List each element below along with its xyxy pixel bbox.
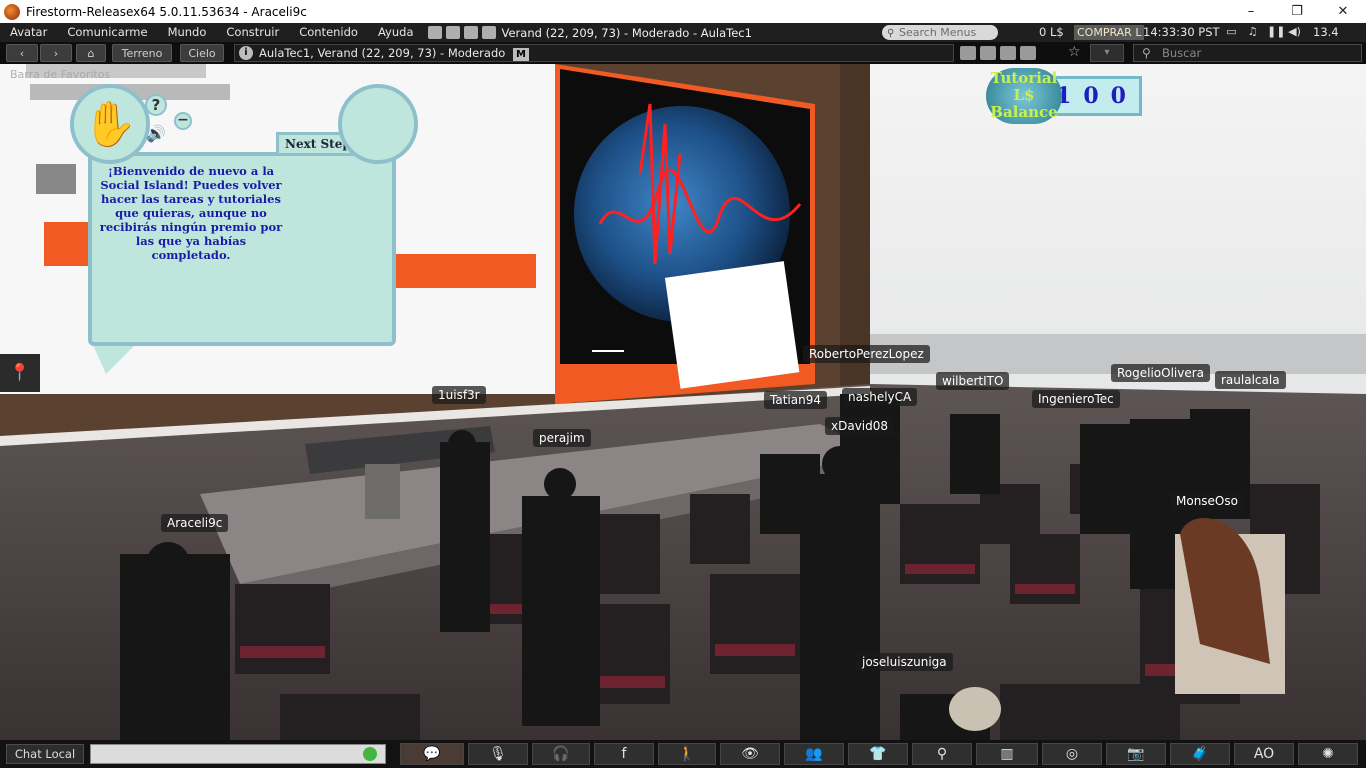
- avatar-nametag[interactable]: MonseOso: [1170, 492, 1244, 510]
- speaker-icon[interactable]: 🔊: [146, 124, 170, 146]
- script-icon[interactable]: [960, 46, 976, 60]
- search-icon[interactable]: ⚲: [912, 743, 972, 765]
- sky-button[interactable]: Cielo: [180, 44, 224, 62]
- inventory-icon[interactable]: 🧳: [1170, 743, 1230, 765]
- forward-button[interactable]: ›: [40, 44, 72, 62]
- tutorial-balance-hud: 100 Tutorial L$ Balance: [986, 68, 1158, 124]
- linden-balance[interactable]: 0 L$: [1039, 23, 1064, 42]
- avatar-nametag[interactable]: raulalcala: [1215, 371, 1286, 389]
- voice-icon[interactable]: [481, 26, 496, 39]
- eye-icon[interactable]: 👁: [720, 743, 780, 765]
- avatar-nametag[interactable]: IngenieroTec: [1032, 390, 1120, 408]
- clock: 14:33:30 PST: [1143, 25, 1220, 39]
- fly-icon[interactable]: [463, 26, 478, 39]
- chat-input[interactable]: [90, 744, 386, 764]
- microphone-icon[interactable]: 🎙: [468, 743, 528, 765]
- parcel-status-icons: [427, 26, 496, 39]
- avatar-nametag[interactable]: xDavid08: [825, 417, 895, 435]
- menubar-location: Verand (22, 209, 73) - Moderado - AulaTe…: [501, 25, 752, 40]
- menu-bar: Avatar Comunicarme Mundo Construir Conte…: [0, 23, 1366, 42]
- window-titlebar: Firestorm-Releasex64 5.0.11.53634 - Arac…: [0, 0, 1366, 23]
- navigation-bar: ‹ › ⌂ Terreno Cielo i AulaTec1, Verand (…: [0, 42, 1366, 64]
- volume-icon[interactable]: ◀): [1288, 26, 1301, 38]
- avatar-nametag[interactable]: 1uisf3r: [432, 386, 486, 404]
- walk-icon[interactable]: 🚶: [658, 743, 716, 765]
- menu-content[interactable]: Contenido: [289, 23, 368, 42]
- build-icon[interactable]: [980, 46, 996, 60]
- next-step-circle[interactable]: [338, 84, 418, 164]
- parcel-icons: [960, 46, 1036, 60]
- build-icon[interactable]: [445, 26, 460, 39]
- monitor-icon[interactable]: ▭: [1225, 26, 1238, 38]
- appearance-icon[interactable]: 👕: [848, 743, 908, 765]
- search-menus-placeholder: Search Menus: [899, 26, 977, 39]
- menu-communicate[interactable]: Comunicarme: [57, 23, 157, 42]
- restore-button[interactable]: ❐: [1274, 0, 1320, 23]
- terrain-button[interactable]: Terreno: [112, 44, 172, 62]
- favorite-star-icon[interactable]: ☆: [1068, 44, 1081, 60]
- facebook-icon[interactable]: f: [594, 743, 654, 765]
- tutorial-message: ¡Bienvenido de nuevo a la Social Island!…: [99, 164, 283, 262]
- minimap-icon[interactable]: ◎: [1042, 743, 1102, 765]
- menu-avatar[interactable]: Avatar: [0, 23, 57, 42]
- close-button[interactable]: ✕: [1320, 0, 1366, 23]
- chat-bubble-icon[interactable]: 💬: [400, 743, 464, 765]
- search-icon: ⚲: [887, 28, 895, 39]
- people-icon[interactable]: 👥: [784, 743, 844, 765]
- map-icon[interactable]: ▥: [976, 743, 1038, 765]
- avatar-nametag[interactable]: RogelioOlivera: [1111, 364, 1211, 382]
- snapshot-icon[interactable]: 📷: [1106, 743, 1166, 765]
- menu-build[interactable]: Construir: [216, 23, 289, 42]
- avatar-nametag[interactable]: joseluiszuniga: [856, 653, 953, 671]
- fly-icon[interactable]: [1000, 46, 1016, 60]
- chat-local-button[interactable]: Chat Local: [6, 744, 84, 764]
- tutorial-balance-title: Tutorial L$ Balance: [986, 68, 1062, 124]
- media-icon[interactable]: ♫: [1246, 26, 1259, 38]
- search-icon: ⚲: [1142, 46, 1151, 60]
- search-placeholder: Buscar: [1162, 46, 1202, 60]
- tutorial-balance-value: 100: [1052, 76, 1142, 116]
- tutorial-hud: ✋ ? − 🔊 Next Step ¡Bienvenido de nuevo a…: [70, 84, 420, 384]
- fps-readout: 13.4: [1313, 25, 1339, 39]
- menu-world[interactable]: Mundo: [158, 23, 217, 42]
- voice-icon[interactable]: [1020, 46, 1036, 60]
- avatar-nametag[interactable]: Tatian94: [764, 391, 827, 409]
- minimize-button[interactable]: –: [1228, 0, 1274, 23]
- firestorm-icon[interactable]: ✺: [1298, 743, 1358, 765]
- dropdown-button[interactable]: ▾: [1090, 44, 1124, 62]
- avatar-nametag[interactable]: nashelyCA: [842, 388, 918, 406]
- avatar-nametag[interactable]: RobertoPerezLopez: [803, 345, 930, 363]
- back-button[interactable]: ‹: [6, 44, 38, 62]
- avatar-nametag[interactable]: perajim: [533, 429, 591, 447]
- menu-help[interactable]: Ayuda: [368, 23, 424, 42]
- emoji-icon[interactable]: [363, 747, 377, 761]
- help-button[interactable]: ?: [145, 94, 167, 116]
- pause-icon[interactable]: ❚❚: [1267, 26, 1285, 38]
- window-title: Firestorm-Releasex64 5.0.11.53634 - Arac…: [26, 4, 307, 19]
- world-viewport[interactable]: Barra de Favoritos ✋ ? − 🔊 Next Step ¡Bi…: [0, 64, 1366, 740]
- buy-currency-button[interactable]: COMPRAR L: [1074, 25, 1145, 40]
- minimize-hud-button[interactable]: −: [174, 112, 192, 130]
- home-button[interactable]: ⌂: [76, 44, 106, 62]
- hand-icon[interactable]: ✋: [70, 84, 150, 164]
- favorites-bar-label: Barra de Favoritos: [10, 68, 111, 81]
- firestorm-app-icon: [4, 3, 20, 20]
- headphones-icon[interactable]: 🎧: [532, 743, 590, 765]
- avatar-nametag[interactable]: wilbertITO: [936, 372, 1010, 390]
- search-input[interactable]: ⚲ Buscar: [1133, 44, 1362, 62]
- location-pin-icon[interactable]: 📍: [0, 354, 40, 392]
- info-icon[interactable]: i: [239, 46, 253, 60]
- bottom-toolbar: Chat Local 💬 🎙 🎧 f 🚶 👁 👥 👕 ⚲ ▥ ◎ 📷 🧳 AO …: [0, 740, 1366, 768]
- avatar-nametag[interactable]: Araceli9c: [161, 514, 229, 532]
- search-menus-input[interactable]: ⚲ Search Menus: [882, 25, 998, 40]
- ao-button[interactable]: AO: [1234, 743, 1294, 765]
- maturity-badge: M: [512, 48, 529, 61]
- location-field[interactable]: i AulaTec1, Verand (22, 209, 73) - Moder…: [234, 44, 954, 62]
- script-icon[interactable]: [427, 26, 442, 39]
- location-text: AulaTec1, Verand (22, 209, 73) - Moderad…: [259, 46, 506, 60]
